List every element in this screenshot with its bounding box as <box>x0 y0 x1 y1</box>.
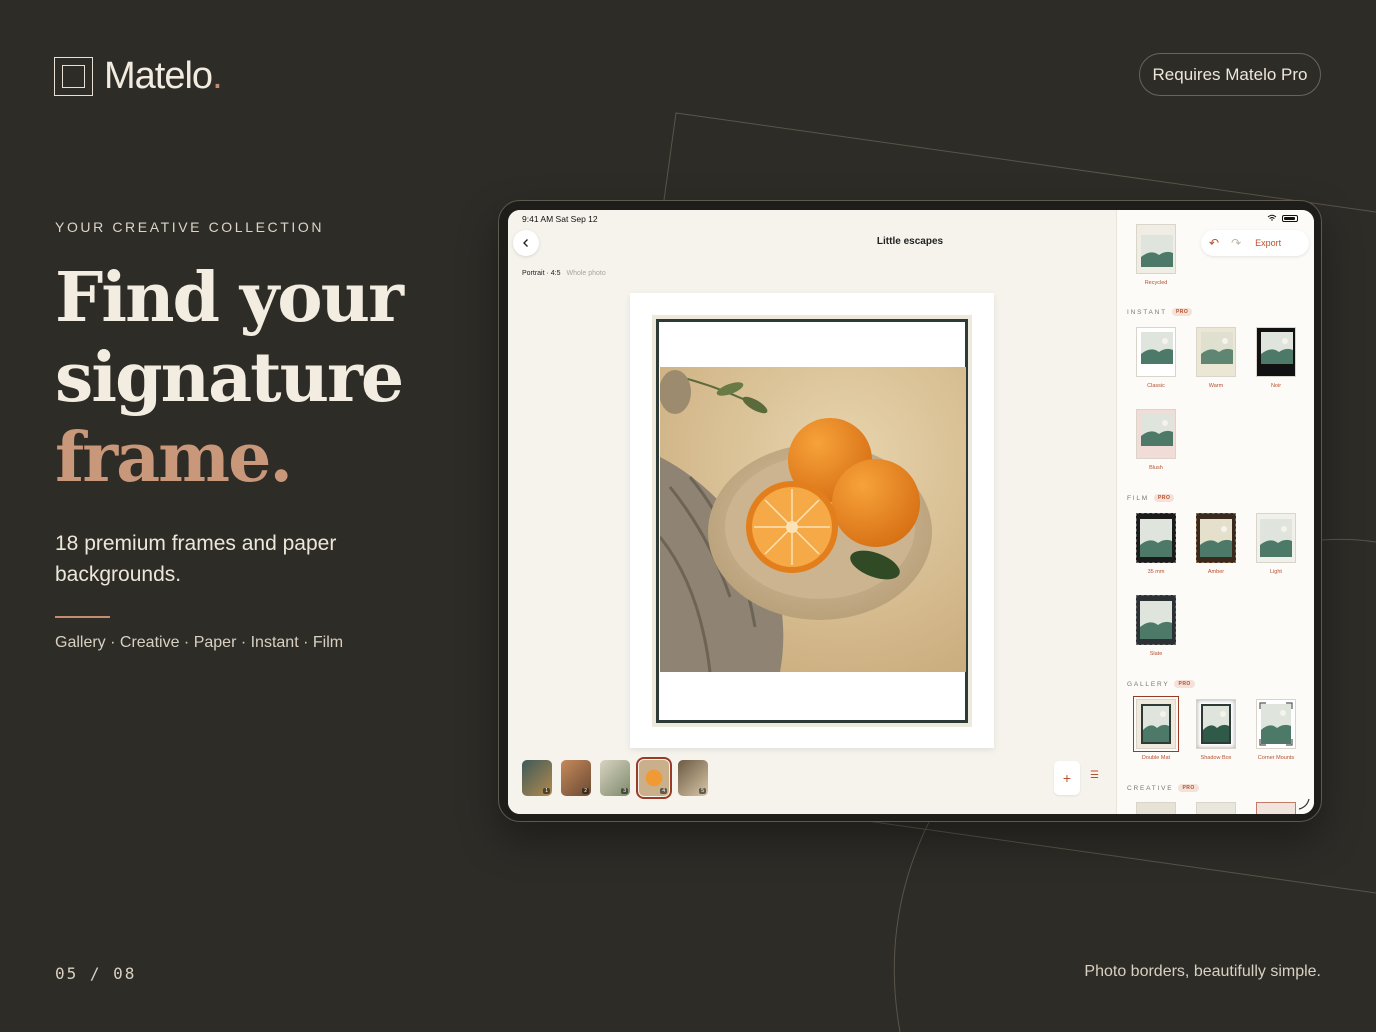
headline-accent: frame. <box>55 418 293 498</box>
frame-label: Light <box>1270 569 1282 575</box>
pro-badge: PRO <box>1154 494 1175 502</box>
brand-name: Matelo <box>104 55 213 97</box>
frame-option-35mm[interactable]: 35 mm <box>1126 513 1186 575</box>
back-button[interactable] <box>513 230 539 256</box>
export-button[interactable]: Export <box>1255 238 1281 248</box>
subtitle: 18 premium frames and paper backgrounds. <box>55 532 337 586</box>
frame-label: Recycled <box>1144 280 1168 286</box>
frame-label: Amber <box>1207 569 1225 575</box>
frame-label: Blush <box>1149 465 1163 471</box>
frame-option-warm[interactable]: Warm <box>1186 327 1246 389</box>
section-film: FILM PRO <box>1127 494 1175 502</box>
status-time: 9:41 AM Sat Sep 12 <box>522 214 598 224</box>
frame-option-creative[interactable] <box>1136 802 1176 814</box>
tablet-mockup: 9:41 AM Sat Sep 12 Little escapes Portra… <box>498 200 1322 822</box>
frame-label: Slate <box>1149 651 1163 657</box>
brand-logo[interactable]: Matelo. <box>54 55 223 98</box>
undo-icon[interactable]: ↶ <box>1209 236 1219 250</box>
ratio-label[interactable]: Portrait · 4:5 Whole photo <box>522 270 606 277</box>
section-creative: CREATIVE PRO <box>1127 784 1199 792</box>
app-screen: 9:41 AM Sat Sep 12 Little escapes Portra… <box>508 210 1314 814</box>
frame-option-creative[interactable] <box>1256 802 1296 814</box>
pro-badge: PRO <box>1171 308 1193 316</box>
section-gallery: GALLERY PRO <box>1127 680 1195 688</box>
headline: Find your signature frame. <box>55 258 404 498</box>
frame-option-noir[interactable]: Noir <box>1246 327 1306 389</box>
frame-label: Noir <box>1270 383 1282 389</box>
frame-label: Warm <box>1208 383 1224 389</box>
tagline: Photo borders, beautifully simple. <box>1084 963 1321 980</box>
list-icon: ☰ <box>1090 770 1099 781</box>
frame-picker-sidebar: ↶ ↷ Export Recycled INSTANT PRO Classic … <box>1116 210 1314 814</box>
photo-strip: 1 2 3 4 5 <box>522 757 708 799</box>
chevron-left-icon <box>523 239 528 247</box>
frame-option-double-mat[interactable]: Double Mat <box>1126 696 1186 761</box>
frame-option-creative[interactable] <box>1196 802 1236 814</box>
redo-icon[interactable]: ↷ <box>1231 236 1241 250</box>
frame-option-recycled[interactable]: Recycled <box>1126 224 1186 286</box>
plus-icon: + <box>1062 770 1072 786</box>
photo-thumbnail[interactable]: 2 <box>561 760 591 796</box>
framed-photo-preview[interactable] <box>630 293 994 748</box>
add-photo-button[interactable]: + <box>1054 761 1080 795</box>
resize-handle-icon[interactable] <box>1298 798 1310 810</box>
oranges-photo <box>660 367 966 672</box>
photo-thumbnail[interactable]: 5 <box>678 760 708 796</box>
wifi-icon <box>1267 214 1277 221</box>
edit-toolbar: ↶ ↷ Export <box>1201 230 1309 256</box>
section-instant: INSTANT PRO <box>1127 308 1193 316</box>
logo-mark-icon <box>54 57 93 96</box>
frame-label: Shadow Box <box>1200 755 1232 761</box>
frame-label: Double Mat <box>1141 755 1171 761</box>
status-icons <box>1267 214 1298 222</box>
frame-option-slate[interactable]: Slate <box>1126 595 1186 657</box>
frame-option-corner-mounts[interactable]: Corner Mounts <box>1246 699 1306 761</box>
frame-option-amber[interactable]: Amber <box>1186 513 1246 575</box>
frame-mat <box>652 315 972 727</box>
divider <box>55 616 110 618</box>
brand-dot: . <box>212 55 223 97</box>
battery-icon <box>1282 214 1298 222</box>
eyebrow: YOUR CREATIVE COLLECTION <box>55 219 325 235</box>
category-list: Gallery · Creative · Paper · Instant · F… <box>55 634 344 651</box>
pro-badge: PRO <box>1178 784 1199 792</box>
pro-badge: PRO <box>1174 680 1195 688</box>
headline-line-1: Find your <box>55 258 404 338</box>
canvas-area: 9:41 AM Sat Sep 12 Little escapes Portra… <box>508 210 1116 814</box>
requires-pro-button[interactable]: Requires Matelo Pro <box>1139 53 1321 96</box>
page-counter: 05 / 08 <box>55 964 137 983</box>
photo-thumbnail[interactable]: 1 <box>522 760 552 796</box>
frame-label: 35 mm <box>1147 569 1165 575</box>
photo-thumbnail-selected[interactable]: 4 <box>636 757 672 799</box>
photo-thumbnail[interactable]: 3 <box>600 760 630 796</box>
list-view-button[interactable]: ☰ <box>1090 770 1099 781</box>
frame-label: Classic <box>1147 383 1165 389</box>
frame-label: Corner Mounts <box>1257 755 1295 761</box>
frame-border <box>656 319 968 723</box>
headline-line-2: signature <box>55 338 404 418</box>
ratio-mode: Whole photo <box>566 270 606 277</box>
frame-option-light[interactable]: Light <box>1246 513 1306 575</box>
frame-option-shadow-box[interactable]: Shadow Box <box>1186 699 1246 761</box>
frame-option-classic[interactable]: Classic <box>1126 327 1186 389</box>
document-title: Little escapes <box>876 236 944 247</box>
ratio-value: Portrait · 4:5 <box>522 270 561 277</box>
frame-option-blush[interactable]: Blush <box>1126 409 1186 471</box>
